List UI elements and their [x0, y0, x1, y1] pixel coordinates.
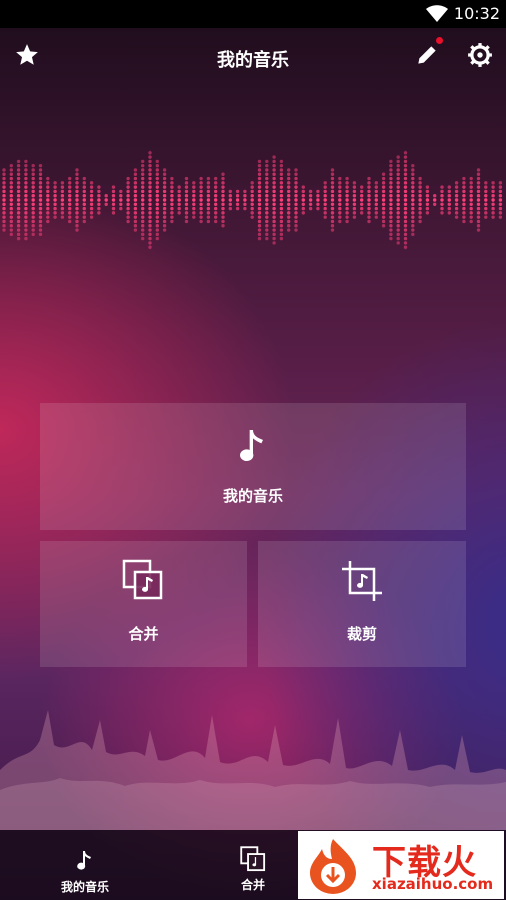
ad-url-text: xiazaihuo.com — [372, 875, 494, 893]
trim-card-label: 裁剪 — [346, 625, 377, 643]
my-music-card[interactable]: 我的音乐 — [40, 403, 466, 530]
top-app-bar: 我的音乐 — [0, 28, 506, 84]
crowd-background-image — [0, 710, 506, 830]
watermark-logo: 下载火 xiazaihuo.com — [298, 831, 504, 899]
trim-card[interactable]: 裁剪 — [258, 541, 466, 667]
my-music-card-label: 我的音乐 — [222, 487, 283, 505]
flame-logo-icon — [310, 839, 356, 894]
merge-icon — [240, 846, 266, 872]
nav-tab-merge[interactable]: 合并 — [210, 830, 296, 900]
merge-card[interactable]: 合并 — [40, 541, 247, 667]
notification-dot — [436, 37, 443, 44]
equalizer-visualizer — [2, 150, 503, 250]
status-bar: 10:32 — [0, 0, 506, 28]
settings-icon[interactable] — [467, 42, 493, 68]
wifi-icon — [426, 5, 448, 22]
clock: 10:32 — [453, 4, 500, 23]
edit-icon[interactable] — [414, 42, 440, 68]
merge-card-label: 合并 — [128, 625, 159, 643]
merge-icon — [122, 559, 163, 600]
music-note-icon — [240, 430, 263, 462]
nav-tab-my-music[interactable]: 我的音乐 — [40, 830, 130, 900]
nav-tab-merge-label: 合并 — [240, 878, 265, 892]
crop-icon — [342, 561, 382, 601]
music-note-icon — [77, 851, 91, 870]
nav-tab-my-music-label: 我的音乐 — [60, 880, 109, 894]
